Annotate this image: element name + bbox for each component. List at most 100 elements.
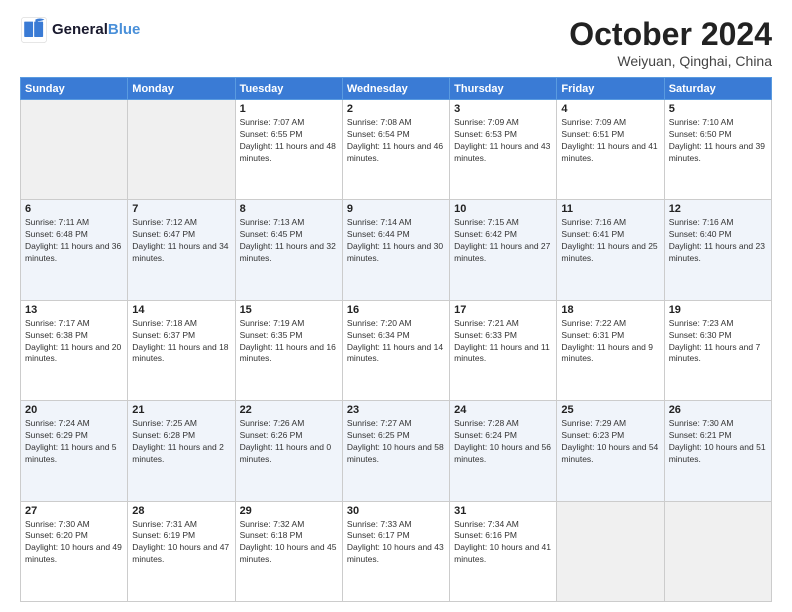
calendar-cell [664,501,771,601]
calendar-cell: 7 Sunrise: 7:12 AM Sunset: 6:47 PM Daylig… [128,200,235,300]
day-info: Sunrise: 7:12 AM Sunset: 6:47 PM Dayligh… [132,217,230,265]
calendar-cell: 18 Sunrise: 7:22 AM Sunset: 6:31 PM Dayli… [557,300,664,400]
calendar-cell: 24Sunrise: 7:28 AM Sunset: 6:24 PM Dayli… [450,401,557,501]
calendar-cell: 3Sunrise: 7:09 AM Sunset: 6:53 PM Daylig… [450,100,557,200]
day-number: 18 [561,304,659,316]
day-info: Sunrise: 7:31 AM Sunset: 6:19 PM Dayligh… [132,519,230,567]
weekday-header-thursday: Thursday [450,78,557,100]
day-number: 7 [132,203,230,215]
calendar-cell: 2Sunrise: 7:08 AM Sunset: 6:54 PM Daylig… [342,100,449,200]
weekday-header-monday: Monday [128,78,235,100]
day-number: 31 [454,505,552,517]
day-number: 1 [240,103,338,115]
day-number: 5 [669,103,767,115]
calendar-cell [128,100,235,200]
day-number: 10 [454,203,552,215]
logo-icon [20,16,48,44]
header: GeneralBlue October 2024 Weiyuan, Qingha… [20,16,772,69]
calendar-week-row: 20 Sunrise: 7:24 AM Sunset: 6:29 PM Dayli… [21,401,772,501]
calendar-cell: 15 Sunrise: 7:19 AM Sunset: 6:35 PM Dayli… [235,300,342,400]
calendar-cell: 21 Sunrise: 7:25 AM Sunset: 6:28 PM Dayli… [128,401,235,501]
weekday-header-friday: Friday [557,78,664,100]
calendar-cell: 5 Sunrise: 7:10 AM Sunset: 6:50 PM Daylig… [664,100,771,200]
day-info: Sunrise: 7:22 AM Sunset: 6:31 PM Dayligh… [561,318,659,366]
calendar-cell [557,501,664,601]
day-info: Sunrise: 7:14 AM Sunset: 6:44 PM Dayligh… [347,217,445,265]
day-info: Sunrise: 7:18 AM Sunset: 6:37 PM Dayligh… [132,318,230,366]
calendar-table: SundayMondayTuesdayWednesdayThursdayFrid… [20,77,772,602]
calendar-week-row: 13Sunrise: 7:17 AM Sunset: 6:38 PM Dayli… [21,300,772,400]
calendar-cell: 28 Sunrise: 7:31 AM Sunset: 6:19 PM Dayli… [128,501,235,601]
day-info: Sunrise: 7:15 AM Sunset: 6:42 PM Dayligh… [454,217,552,265]
day-info: Sunrise: 7:13 AM Sunset: 6:45 PM Dayligh… [240,217,338,265]
day-info: Sunrise: 7:20 AM Sunset: 6:34 PM Dayligh… [347,318,445,366]
calendar-cell: 1 Sunrise: 7:07 AM Sunset: 6:55 PM Daylig… [235,100,342,200]
day-number: 29 [240,505,338,517]
calendar-cell: 26 Sunrise: 7:30 AM Sunset: 6:21 PM Dayli… [664,401,771,501]
day-info: Sunrise: 7:07 AM Sunset: 6:55 PM Dayligh… [240,117,338,165]
day-info: Sunrise: 7:32 AM Sunset: 6:18 PM Dayligh… [240,519,338,567]
day-info: Sunrise: 7:33 AM Sunset: 6:17 PM Dayligh… [347,519,445,567]
calendar-cell: 4 Sunrise: 7:09 AM Sunset: 6:51 PM Daylig… [557,100,664,200]
calendar-cell: 20 Sunrise: 7:24 AM Sunset: 6:29 PM Dayli… [21,401,128,501]
calendar-week-row: 27 Sunrise: 7:30 AM Sunset: 6:20 PM Dayli… [21,501,772,601]
calendar-cell: 12Sunrise: 7:16 AM Sunset: 6:40 PM Dayli… [664,200,771,300]
day-number: 14 [132,304,230,316]
day-number: 26 [669,404,767,416]
weekday-header-wednesday: Wednesday [342,78,449,100]
day-info: Sunrise: 7:21 AM Sunset: 6:33 PM Dayligh… [454,318,552,366]
weekday-header-sunday: Sunday [21,78,128,100]
weekday-header-tuesday: Tuesday [235,78,342,100]
day-number: 4 [561,103,659,115]
day-number: 11 [561,203,659,215]
day-info: Sunrise: 7:24 AM Sunset: 6:29 PM Dayligh… [25,418,123,466]
day-info: Sunrise: 7:10 AM Sunset: 6:50 PM Dayligh… [669,117,767,165]
day-number: 16 [347,304,445,316]
day-number: 8 [240,203,338,215]
day-info: Sunrise: 7:11 AM Sunset: 6:48 PM Dayligh… [25,217,123,265]
calendar-cell: 10 Sunrise: 7:15 AM Sunset: 6:42 PM Dayli… [450,200,557,300]
day-info: Sunrise: 7:09 AM Sunset: 6:51 PM Dayligh… [561,117,659,165]
calendar-cell: 30Sunrise: 7:33 AM Sunset: 6:17 PM Dayli… [342,501,449,601]
calendar-cell: 31Sunrise: 7:34 AM Sunset: 6:16 PM Dayli… [450,501,557,601]
day-number: 28 [132,505,230,517]
day-info: Sunrise: 7:17 AM Sunset: 6:38 PM Dayligh… [25,318,123,366]
day-info: Sunrise: 7:25 AM Sunset: 6:28 PM Dayligh… [132,418,230,466]
day-number: 3 [454,103,552,115]
day-number: 15 [240,304,338,316]
calendar-cell: 25 Sunrise: 7:29 AM Sunset: 6:23 PM Dayli… [557,401,664,501]
calendar-cell: 14 Sunrise: 7:18 AM Sunset: 6:37 PM Dayli… [128,300,235,400]
day-info: Sunrise: 7:30 AM Sunset: 6:21 PM Dayligh… [669,418,767,466]
day-info: Sunrise: 7:23 AM Sunset: 6:30 PM Dayligh… [669,318,767,366]
day-info: Sunrise: 7:27 AM Sunset: 6:25 PM Dayligh… [347,418,445,466]
logo-text: GeneralBlue [52,21,140,39]
calendar-cell: 27 Sunrise: 7:30 AM Sunset: 6:20 PM Dayli… [21,501,128,601]
weekday-header-saturday: Saturday [664,78,771,100]
day-number: 25 [561,404,659,416]
calendar-cell [21,100,128,200]
calendar-cell: 22 Sunrise: 7:26 AM Sunset: 6:26 PM Dayli… [235,401,342,501]
calendar-week-row: 6 Sunrise: 7:11 AM Sunset: 6:48 PM Daylig… [21,200,772,300]
day-info: Sunrise: 7:30 AM Sunset: 6:20 PM Dayligh… [25,519,123,567]
day-number: 19 [669,304,767,316]
day-number: 27 [25,505,123,517]
day-info: Sunrise: 7:16 AM Sunset: 6:40 PM Dayligh… [669,217,767,265]
calendar-cell: 19 Sunrise: 7:23 AM Sunset: 6:30 PM Dayli… [664,300,771,400]
day-number: 6 [25,203,123,215]
day-number: 20 [25,404,123,416]
day-number: 24 [454,404,552,416]
day-number: 23 [347,404,445,416]
calendar-cell: 16 Sunrise: 7:20 AM Sunset: 6:34 PM Dayli… [342,300,449,400]
day-info: Sunrise: 7:26 AM Sunset: 6:26 PM Dayligh… [240,418,338,466]
day-info: Sunrise: 7:29 AM Sunset: 6:23 PM Dayligh… [561,418,659,466]
day-number: 21 [132,404,230,416]
day-number: 22 [240,404,338,416]
day-info: Sunrise: 7:19 AM Sunset: 6:35 PM Dayligh… [240,318,338,366]
logo: GeneralBlue [20,16,140,44]
calendar-cell: 29 Sunrise: 7:32 AM Sunset: 6:18 PM Dayli… [235,501,342,601]
calendar-cell: 6 Sunrise: 7:11 AM Sunset: 6:48 PM Daylig… [21,200,128,300]
day-info: Sunrise: 7:16 AM Sunset: 6:41 PM Dayligh… [561,217,659,265]
calendar-cell: 11 Sunrise: 7:16 AM Sunset: 6:41 PM Dayli… [557,200,664,300]
day-number: 9 [347,203,445,215]
location: Weiyuan, Qinghai, China [569,53,772,69]
